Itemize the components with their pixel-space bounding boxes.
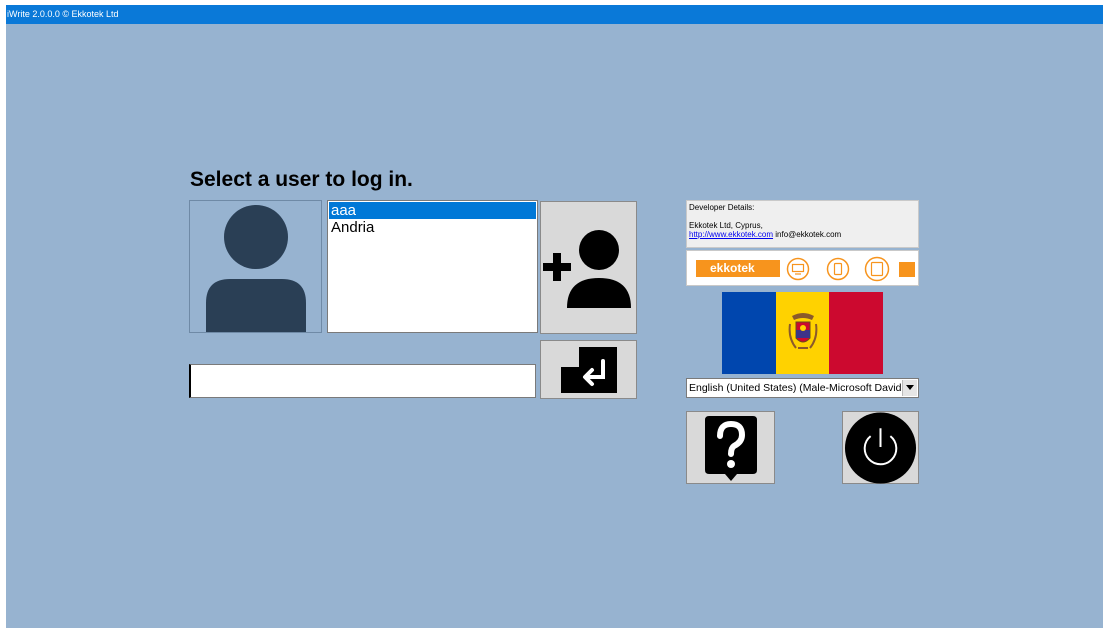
logo-text: ekkotek (710, 261, 755, 275)
phone-icon (826, 257, 850, 281)
developer-email: info@ekkotek.com (775, 230, 842, 239)
help-button[interactable] (686, 411, 775, 484)
add-user-icon (543, 229, 631, 308)
logo-orange-block (899, 262, 915, 277)
voice-language-select[interactable]: English (United States) (Male-Microsoft … (686, 378, 919, 398)
flag-stripe-red (829, 292, 884, 374)
chevron-down-icon[interactable] (902, 380, 917, 396)
enter-return-icon (560, 346, 617, 393)
avatar (189, 200, 322, 333)
developer-company: Ekkotek Ltd, Cyprus, (689, 221, 763, 230)
coat-of-arms-icon (788, 313, 818, 349)
developer-website-link[interactable]: http://www.ekkotek.com (689, 230, 773, 239)
monitor-icon (786, 257, 810, 281)
help-question-icon (704, 415, 757, 481)
user-list-item-aaa[interactable]: aaa (329, 202, 536, 219)
ekkotek-logo-strip: ekkotek (686, 250, 919, 286)
language-flag[interactable] (722, 292, 884, 374)
password-input[interactable] (189, 364, 536, 398)
ekkotek-logo: ekkotek (696, 260, 780, 277)
tablet-icon (864, 256, 890, 282)
flag-stripe-blue (722, 292, 776, 374)
user-silhouette-icon (206, 205, 306, 332)
developer-label: Developer Details: (689, 203, 755, 212)
developer-details-panel: Developer Details: Ekkotek Ltd, Cyprus, … (686, 200, 919, 248)
flag-stripe-yellow (775, 292, 830, 374)
login-enter-button[interactable] (540, 340, 637, 399)
voice-language-value: English (United States) (Male-Microsoft … (689, 382, 902, 394)
user-list-item-andria[interactable]: Andria (329, 219, 536, 236)
power-button[interactable] (842, 411, 919, 484)
app-window: iWrite 2.0.0.0 © Ekkotek Ltd Select a us… (6, 5, 1103, 628)
add-user-button[interactable] (540, 201, 637, 334)
window-title: iWrite 2.0.0.0 © Ekkotek Ltd (6, 5, 1103, 24)
page-title: Select a user to log in. (190, 168, 413, 191)
user-list[interactable]: aaa Andria (327, 200, 538, 333)
power-icon (844, 411, 917, 484)
